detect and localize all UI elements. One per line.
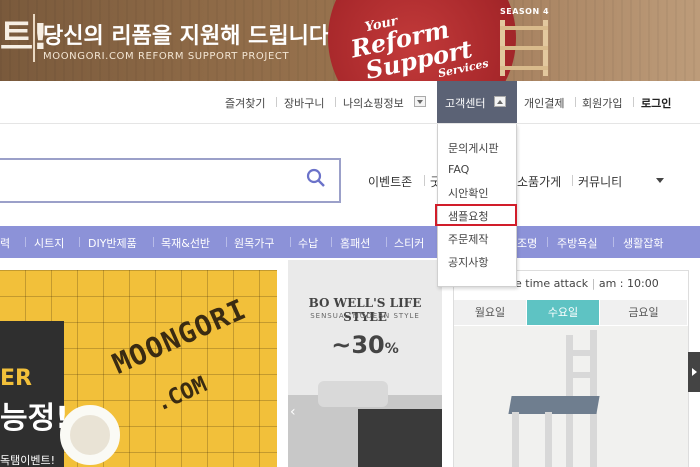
- category-separator: [25, 237, 26, 247]
- shelf-image: [500, 20, 548, 76]
- menu-item-inquiry-board[interactable]: 문의게시판: [448, 140, 499, 156]
- my-shopping-link[interactable]: 나의쇼핑정보: [343, 95, 404, 111]
- chair-leg: [545, 412, 552, 467]
- chevron-down-icon[interactable]: [656, 178, 664, 183]
- category-separator: [547, 237, 548, 247]
- category-item[interactable]: DIY반제품: [88, 235, 137, 251]
- promo-subtitle: SENSUAL MODERN STYLE: [310, 312, 420, 320]
- hero-badge-top: ER: [0, 366, 32, 391]
- tape-roll-image: [60, 405, 120, 465]
- top-banner[interactable]: 트! 당신의 리폼을 지원해 드립니다! MOONGORI.COM REFORM…: [0, 0, 700, 81]
- chair-seat: [508, 396, 600, 414]
- category-item[interactable]: 주방욕실: [557, 235, 597, 251]
- category-item[interactable]: 목재&선반: [161, 235, 210, 251]
- menu-item-notice[interactable]: 공지사항: [448, 254, 488, 270]
- shelf-board: [500, 66, 548, 70]
- category-item[interactable]: 홈패션: [340, 235, 370, 251]
- chair-back-rail: [566, 372, 597, 378]
- subnav-separator: [572, 175, 573, 186]
- banner-mark: 트!: [0, 17, 49, 58]
- hero-badge-caption: 독탬이벤트!: [0, 454, 56, 467]
- promo-banner[interactable]: BO WELL'S LIFE STYLE SENSUAL MODERN STYL…: [288, 260, 442, 467]
- community-link[interactable]: 커뮤니티: [578, 173, 622, 190]
- personal-payment-link[interactable]: 개인결제: [524, 95, 564, 111]
- time-attack-time: am : 10:00: [598, 277, 659, 290]
- signup-link[interactable]: 회원가입: [582, 95, 622, 111]
- category-item[interactable]: 생활잡화: [623, 235, 663, 251]
- category-item[interactable]: 원목가구: [234, 235, 274, 251]
- chevron-up-icon[interactable]: [494, 96, 506, 107]
- shelf-board: [500, 26, 548, 30]
- category-separator: [153, 237, 154, 247]
- tab-monday[interactable]: 월요일: [454, 300, 527, 325]
- customer-center-menu-button[interactable]: 고객센터: [437, 81, 517, 123]
- blanket-shape: [358, 409, 442, 467]
- category-bar: 력 시트지 DIY반제품 목재&선반 원목가구 수납 홈패션 스티커 조명 주방…: [0, 226, 700, 258]
- menu-item-faq[interactable]: FAQ: [448, 163, 469, 176]
- category-item[interactable]: 력: [0, 235, 10, 251]
- chevron-right-icon[interactable]: [688, 352, 700, 392]
- small-shop-link[interactable]: 소품가게: [517, 173, 561, 190]
- promo-discount: ~30%: [288, 331, 442, 359]
- chevron-down-icon[interactable]: [414, 96, 426, 107]
- category-separator: [226, 237, 227, 247]
- util-separator: [276, 97, 277, 107]
- category-item[interactable]: 조명: [517, 235, 537, 251]
- season-label: SEASON 4: [500, 7, 550, 16]
- search-icon[interactable]: [306, 168, 326, 188]
- hero-banner[interactable]: MOONGORI .COM ER 능정! 독탬이벤트!: [0, 270, 277, 467]
- banner-title: 당신의 리폼을 지원해 드립니다!: [43, 24, 340, 49]
- highlight-box: [435, 204, 517, 226]
- pillow-shape: [318, 381, 388, 407]
- subnav-separator: [424, 175, 425, 186]
- login-link[interactable]: 로그인: [641, 95, 671, 111]
- banner-subtitle: MOONGORI.COM REFORM SUPPORT PROJECT: [43, 51, 290, 62]
- promo-discount-value: ~30: [331, 331, 385, 359]
- tab-friday[interactable]: 금요일: [600, 300, 688, 325]
- time-attack-title: e time attack: [515, 277, 589, 290]
- category-item[interactable]: 시트지: [34, 235, 64, 251]
- category-item[interactable]: 스티커: [394, 235, 424, 251]
- promo-discount-unit: %: [384, 341, 399, 357]
- util-separator: [575, 97, 576, 107]
- category-separator: [331, 237, 332, 247]
- util-separator: [633, 97, 634, 107]
- search-input[interactable]: [0, 158, 341, 203]
- category-item[interactable]: 수납: [298, 235, 318, 251]
- util-separator: [335, 97, 336, 107]
- category-separator: [79, 237, 80, 247]
- utility-nav: 즐겨찾기 장바구니 나의쇼핑정보 고객센터 개인결제 회원가입 로그인: [0, 81, 700, 124]
- menu-item-draft-check[interactable]: 시안확인: [448, 185, 488, 201]
- event-zone-link[interactable]: 이벤트존: [368, 173, 412, 190]
- category-separator: [290, 237, 291, 247]
- chair-back-rail: [566, 350, 597, 356]
- category-separator: [613, 237, 614, 247]
- hero-badge-main: 능정!: [0, 401, 69, 436]
- tab-wednesday[interactable]: 수요일: [527, 300, 600, 325]
- favorites-link[interactable]: 즐겨찾기: [225, 95, 265, 111]
- heading-separator: |: [591, 277, 599, 290]
- category-separator: [386, 237, 387, 247]
- menu-item-custom-order[interactable]: 주문제작: [448, 231, 488, 247]
- chevron-left-icon[interactable]: ‹: [290, 404, 296, 420]
- banner-divider: [33, 14, 35, 62]
- bed-image: [288, 381, 442, 467]
- cart-link[interactable]: 장바구니: [284, 95, 324, 111]
- chair-leg: [512, 412, 519, 467]
- customer-center-dropdown: 문의게시판 FAQ 시안확인 샘플요청 주문제작 공지사항: [435, 124, 517, 287]
- customer-center-label: 고객센터: [445, 97, 486, 110]
- time-attack-heading: e time attack | am : 10:00: [515, 277, 659, 290]
- shelf-board: [500, 46, 548, 50]
